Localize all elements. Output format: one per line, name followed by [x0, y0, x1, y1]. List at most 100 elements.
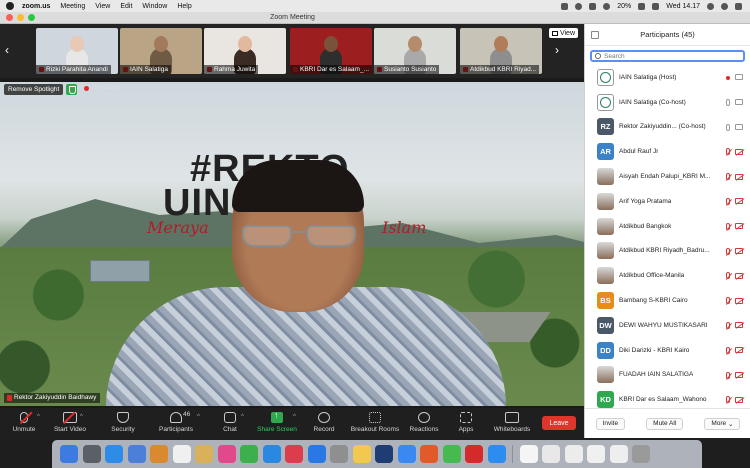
mic-muted-icon[interactable]: [726, 173, 730, 181]
participant-thumbnail[interactable]: KBRI Dar es Salaam_...: [290, 28, 372, 74]
camera-off-icon[interactable]: [735, 372, 743, 379]
mic-muted-icon[interactable]: [726, 346, 730, 354]
security-button[interactable]: Security: [108, 410, 138, 436]
mic-muted-icon[interactable]: [726, 197, 730, 205]
bluetooth-icon[interactable]: [589, 2, 597, 10]
dock-app-icon[interactable]: [60, 445, 78, 463]
menu-meeting[interactable]: Meeting: [60, 3, 85, 10]
record-button[interactable]: Record: [312, 410, 336, 436]
dock-app-icon[interactable]: [105, 445, 123, 463]
mic-muted-icon[interactable]: [726, 148, 730, 156]
whiteboards-button[interactable]: Whiteboards: [490, 410, 534, 436]
dock-app-icon[interactable]: [195, 445, 213, 463]
active-speaker-video[interactable]: #REKTO UIN GA Meraya Islam Remove Spotli…: [0, 82, 584, 406]
dock-app-icon[interactable]: [352, 445, 371, 463]
mic-muted-icon[interactable]: [726, 297, 730, 305]
dock-app-icon[interactable]: [564, 445, 583, 463]
participant-search-input[interactable]: [604, 52, 734, 60]
dock-app-icon[interactable]: [217, 445, 236, 463]
participants-caret-icon[interactable]: ^: [197, 414, 200, 420]
leave-button[interactable]: Leave: [542, 416, 576, 430]
mic-muted-icon[interactable]: [726, 371, 730, 379]
menu-app-name[interactable]: zoom.us: [22, 3, 50, 10]
participant-row[interactable]: AR Abdul Rauf Jr: [585, 139, 750, 164]
camera-icon[interactable]: [735, 99, 743, 106]
breakout-rooms-button[interactable]: Breakout Rooms: [349, 410, 401, 436]
apps-button[interactable]: Apps: [455, 410, 477, 436]
participant-thumbnail[interactable]: Susianto Susianto: [374, 28, 456, 74]
chevron-right-icon[interactable]: ›: [552, 42, 562, 58]
participant-row[interactable]: Arif Yoga Pratama: [585, 189, 750, 214]
recording-dot-icon[interactable]: [726, 75, 730, 80]
share-caret-icon[interactable]: ^: [293, 414, 296, 420]
participant-thumbnail[interactable]: Rahma Juwita: [204, 28, 286, 74]
dock-app-icon[interactable]: [307, 445, 326, 463]
dock-app-icon[interactable]: [487, 445, 506, 463]
participant-row[interactable]: RZ Rektor Zakiyuddin... (Co-host): [585, 115, 750, 140]
mute-all-button[interactable]: Mute All: [646, 417, 684, 430]
dock-app-icon[interactable]: [150, 445, 168, 463]
chevron-left-icon[interactable]: ‹: [2, 42, 12, 58]
reactions-button[interactable]: Reactions: [408, 410, 440, 436]
more-button[interactable]: More ⌄: [704, 417, 741, 430]
remove-spotlight-button[interactable]: Remove Spotlight: [4, 84, 64, 95]
apple-icon[interactable]: [6, 2, 14, 10]
camera-icon[interactable]: [735, 74, 743, 80]
dock-app-icon[interactable]: [82, 445, 101, 463]
dock-app-icon[interactable]: [587, 445, 605, 463]
dock-app-icon[interactable]: [542, 445, 560, 463]
camera-off-icon[interactable]: [735, 248, 743, 255]
video-options-caret-icon[interactable]: ^: [80, 414, 83, 420]
dock-app-icon[interactable]: [127, 445, 146, 463]
camera-off-icon[interactable]: [735, 347, 743, 354]
calendar-icon[interactable]: [652, 2, 660, 10]
battery-icon[interactable]: [638, 2, 646, 10]
chat-caret-icon[interactable]: ^: [241, 414, 244, 420]
invite-button[interactable]: Invite: [595, 417, 626, 430]
dock-app-icon[interactable]: [262, 445, 281, 463]
view-button[interactable]: View: [548, 28, 578, 38]
dock-app-icon[interactable]: [240, 445, 258, 463]
camera-off-icon[interactable]: [735, 223, 743, 230]
share-screen-button[interactable]: Share Screen: [256, 410, 298, 436]
menu-window[interactable]: Window: [142, 3, 167, 10]
participant-thumbnail[interactable]: IAIN Salatiga: [120, 28, 202, 74]
recording-indicator[interactable]: Recording: [84, 85, 119, 91]
dock-app-icon[interactable]: [172, 445, 191, 463]
zoom-status-icon[interactable]: [575, 2, 583, 10]
participant-thumbnail[interactable]: Atdikbud KBRI Riyad...: [460, 28, 542, 74]
participant-thumbnail[interactable]: Rizki Parahita Anandi: [36, 28, 118, 74]
camera-off-icon[interactable]: [735, 396, 743, 403]
menu-help[interactable]: Help: [177, 3, 191, 10]
participant-row[interactable]: Atdikbud Bangkok: [585, 214, 750, 239]
wifi-icon[interactable]: [603, 2, 611, 10]
dropbox-icon[interactable]: [561, 2, 569, 10]
participant-row[interactable]: Atdikbud Office-Manila: [585, 263, 750, 288]
participant-row[interactable]: IAIN Salatiga (Host): [585, 65, 750, 90]
mic-muted-icon[interactable]: [726, 272, 730, 280]
siri-icon[interactable]: [721, 2, 728, 10]
participant-row[interactable]: BS Bambang S-KBRI Cairo: [585, 288, 750, 313]
dock-app-icon[interactable]: [375, 445, 393, 463]
spotlight-search-icon[interactable]: [707, 2, 714, 10]
mic-muted-icon[interactable]: [726, 222, 730, 230]
participant-search[interactable]: [590, 50, 745, 62]
dock-app-icon[interactable]: [632, 445, 650, 463]
participant-row[interactable]: Aisyah Endah Palupi_KBRI M...: [585, 164, 750, 189]
microphone-icon[interactable]: [726, 98, 730, 106]
control-center-icon[interactable]: [735, 2, 742, 10]
dock-app-icon[interactable]: [330, 445, 348, 463]
mic-muted-icon[interactable]: [726, 247, 730, 255]
dock-app-icon[interactable]: [397, 445, 416, 463]
menu-edit[interactable]: Edit: [120, 3, 132, 10]
camera-off-icon[interactable]: [735, 297, 743, 304]
dock-app-icon[interactable]: [285, 445, 303, 463]
chat-button[interactable]: Chat: [220, 410, 240, 436]
camera-off-icon[interactable]: [735, 322, 743, 329]
mic-muted-icon[interactable]: [726, 321, 730, 329]
dock-app-icon[interactable]: [519, 445, 538, 463]
audio-options-caret-icon[interactable]: ^: [37, 414, 40, 420]
dock-app-icon[interactable]: [609, 445, 628, 463]
microphone-icon[interactable]: [726, 123, 730, 131]
mic-muted-icon[interactable]: [726, 396, 730, 404]
